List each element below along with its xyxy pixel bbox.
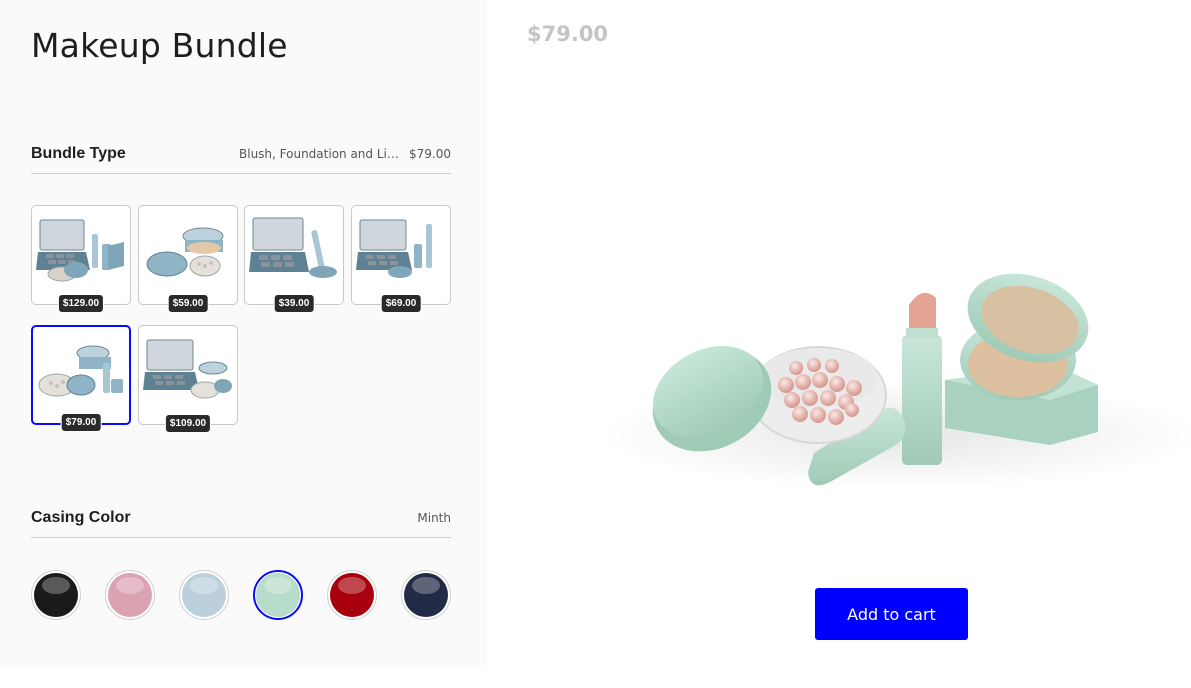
product-preview-image [600, 273, 1190, 490]
swatch-color [34, 573, 78, 617]
swatch-color [330, 573, 374, 617]
product-price: $79.00 [527, 22, 609, 46]
casing-color-selected-name: Minth [417, 511, 451, 525]
bundle-option-price: $69.00 [380, 294, 422, 313]
bundle-eyeshadow-lipstick-image [356, 219, 432, 278]
casing-color-label: Casing Color [31, 509, 131, 526]
casing-color-header: Casing Color Minth [31, 508, 451, 538]
bundle-type-selection: Blush, Foundation and Lipstick $79.00 [239, 147, 451, 161]
bundle-option-price: $79.00 [60, 413, 102, 432]
bundle-blush-foundation-lipstick-image [38, 345, 123, 397]
swatch-color [182, 573, 226, 617]
bundle-eyeshadow-blush-image [143, 339, 232, 399]
swatch-color [108, 573, 152, 617]
color-swatch-mint[interactable] [253, 570, 303, 620]
color-swatch-light-blue[interactable] [179, 570, 229, 620]
bundle-option-2[interactable]: $59.00 [138, 205, 238, 313]
bundle-full-set-image [36, 219, 124, 282]
bundle-blush-foundation-image [146, 227, 224, 277]
add-to-cart-button[interactable]: Add to cart [815, 588, 968, 640]
bundle-type-selected-price: $79.00 [409, 147, 451, 161]
bundle-eyeshadow-mascara-image [249, 217, 337, 278]
bundle-type-label: Bundle Type [31, 145, 126, 162]
bundle-option-6[interactable]: $109.00 [138, 325, 238, 433]
bundle-option-1[interactable]: $129.00 [31, 205, 131, 313]
bundle-option-price: $39.00 [273, 294, 315, 313]
color-swatch-pink[interactable] [105, 570, 155, 620]
bundle-option-3[interactable]: $39.00 [244, 205, 344, 313]
color-swatch-red[interactable] [327, 570, 377, 620]
bundle-type-selected-name: Blush, Foundation and Lipstick [239, 147, 399, 161]
swatch-color [404, 573, 448, 617]
configurator-panel: Makeup Bundle Bundle Type Blush, Foundat… [0, 0, 487, 665]
bundle-option-4[interactable]: $69.00 [351, 205, 451, 313]
bundle-type-header: Bundle Type Blush, Foundation and Lipsti… [31, 144, 451, 174]
product-title: Makeup Bundle [31, 26, 288, 65]
swatch-color [256, 573, 300, 617]
bundle-option-price: $129.00 [57, 294, 105, 313]
bundle-option-price: $59.00 [167, 294, 209, 313]
bundle-option-5[interactable]: $79.00 [31, 325, 131, 432]
color-swatch-navy[interactable] [401, 570, 451, 620]
color-swatch-black[interactable] [31, 570, 81, 620]
bundle-option-price: $109.00 [164, 414, 212, 433]
